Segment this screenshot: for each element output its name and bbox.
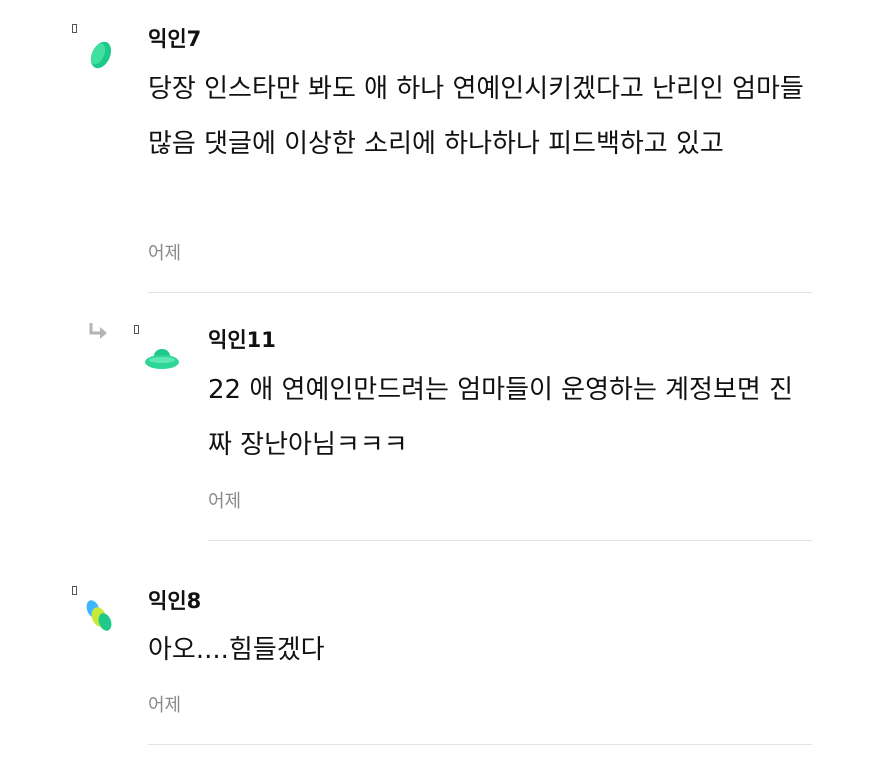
comment-author[interactable]: 익인8 [148,588,201,614]
comment-divider [148,292,812,293]
multicolor-avatar-icon [86,600,112,631]
reply-arrow-icon [89,323,107,339]
comment-menu-icon[interactable] [72,24,77,33]
comment-text: 당장 인스타만 봐도 애 하나 연예인시키겠다고 난리인 엄마들 많음 댓글에 … [148,74,804,159]
green-ufo-avatar-icon [145,349,179,369]
comment-menu-icon[interactable] [134,325,139,334]
comment-divider [208,540,812,541]
comment-author[interactable]: 익인7 [148,26,201,52]
comment-divider [148,744,812,745]
comment-time: 어제 [148,243,182,264]
comment-time: 어제 [208,491,242,512]
comment-text: 아오....힘들겠다 [148,635,325,665]
comment-menu-icon[interactable] [72,586,77,595]
comment-author[interactable]: 익인11 [208,327,276,353]
comment-text: 22 애 연예인만드려는 엄마들이 운영하는 계정보면 진짜 장난아님ㅋㅋㅋ [208,375,793,460]
comment-time: 어제 [148,695,182,716]
green-blob-avatar-icon [90,41,112,69]
